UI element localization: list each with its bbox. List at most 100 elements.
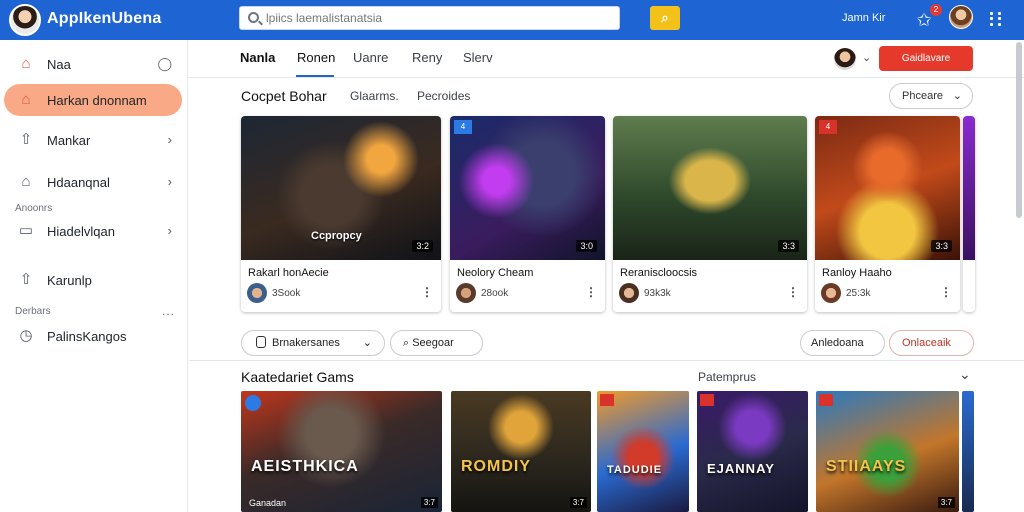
sidebar-item-hiadelvlqan[interactable]: ▭ Hiadelvlqan › [4, 215, 182, 247]
video-duration: 3:7 [937, 497, 955, 508]
video-card[interactable]: Ccpropcy 3:2 Rakarl honAecie 3Sook ⋮ [241, 116, 441, 312]
top-bar: AppIkenUbena ⌕ Jamn Kir ✩ 2 [0, 0, 1024, 40]
channel-avatar[interactable] [247, 283, 267, 303]
view-count: 3Sook [272, 288, 301, 299]
game-tile[interactable]: AEISTHKICA Ganadan 3:7 [241, 391, 442, 512]
tab-reny[interactable]: Reny [412, 50, 442, 65]
home-icon: ⌂ [21, 91, 31, 108]
sidebar-item-palinskangos[interactable]: ◷ PalinsKangos [4, 320, 182, 352]
search-button[interactable]: ⌕ [650, 6, 680, 30]
video-title[interactable]: Neolory Cheam [457, 267, 533, 279]
more-options-icon[interactable]: ⋮ [421, 285, 433, 299]
more-options-icon[interactable]: ... [162, 304, 175, 318]
thumbnail-title: Ccpropcy [311, 230, 362, 242]
video-card[interactable]: 4 3:3 Ranloy Haaho 25:3k ⋮ [815, 116, 960, 312]
video-title[interactable]: Reraniscloocsis [620, 267, 697, 279]
view-count: 93k3k [644, 288, 671, 299]
filter-dropdown-label: Brnakersanes [272, 337, 340, 349]
sidebar-item-label: PalinsKangos [47, 329, 127, 344]
sidebar-item-label: Harkan dnonnam [47, 93, 147, 108]
video-thumbnail[interactable] [450, 116, 605, 260]
game-tile-title: ROMDIY [461, 458, 531, 475]
game-tile[interactable]: EJANNAY [697, 391, 808, 512]
divider [189, 360, 1024, 361]
sidebar-item-label: Hiadelvlqan [47, 224, 115, 239]
video-duration: 3:0 [576, 240, 597, 252]
video-card-partial[interactable] [963, 116, 975, 312]
video-title[interactable]: Rakarl honAecie [248, 267, 329, 279]
sidebar-item-label: Naa [47, 57, 71, 72]
chevron-down-icon[interactable]: ⌄ [959, 366, 971, 383]
chevron-right-icon: › [167, 132, 172, 147]
apps-grid-icon[interactable] [990, 12, 1002, 26]
clock-icon: ◷ [19, 327, 33, 344]
sidebar-item-home[interactable]: ⌂ Naa ◯ [4, 48, 182, 80]
video-thumbnail[interactable] [613, 116, 807, 260]
sidebar-section-label: Derbars [15, 306, 51, 317]
sidebar-item-label: Karunlp [47, 273, 92, 288]
sidebar-item-mankar[interactable]: ⇧ Mankar › [4, 124, 182, 156]
game-tile[interactable]: TADUDIE [597, 391, 689, 512]
game-badge-icon [600, 394, 614, 406]
filter-dropdown[interactable]: Brnakersanes ⌄ [241, 330, 385, 356]
video-duration: 3:7 [569, 497, 587, 508]
video-thumbnail[interactable] [963, 116, 975, 260]
section-subtitle[interactable]: Pecroides [417, 89, 470, 103]
game-tile-title: STIIAAYS [826, 458, 907, 475]
sidebar-item-label: Mankar [47, 133, 91, 148]
app-title[interactable]: AppIkenUbena [47, 10, 161, 28]
game-tile-caption: Ganadan [249, 498, 287, 508]
game-badge-icon [245, 395, 261, 411]
chevron-down-icon: ⌄ [362, 337, 372, 349]
user-avatar[interactable] [949, 5, 973, 29]
tab-bar: Nanla Ronen Uanre Reny Slerv ⌄ Gaidlavar… [189, 40, 1024, 78]
share-icon: ⇧ [19, 271, 33, 288]
video-duration: 3:7 [420, 497, 438, 508]
filter-chip[interactable]: Anledoana [800, 330, 885, 356]
filter-chip[interactable]: Onlaceaik [889, 330, 974, 356]
channel-avatar[interactable] [619, 283, 639, 303]
app-logo-avatar[interactable] [9, 4, 41, 36]
section-title: Cocpet Bohar [241, 88, 327, 104]
game-tile[interactable]: ROMDIY 3:7 [451, 391, 591, 512]
tab-uanre[interactable]: Uanre [353, 50, 388, 65]
share-icon: ⇧ [19, 131, 33, 148]
video-card[interactable]: 4 3:0 Neolory Cheam 28ook ⋮ [450, 116, 605, 312]
section-link[interactable]: Patemprus [698, 370, 756, 384]
search-input[interactable] [266, 10, 606, 26]
game-badge-icon [700, 394, 714, 406]
scrollbar[interactable] [1016, 42, 1022, 218]
sidebar-item-hdaanqnal[interactable]: ⌂ Hdaanqnal › [4, 166, 182, 198]
view-count: 25:3k [846, 288, 871, 299]
video-thumbnail[interactable] [815, 116, 960, 260]
more-options-icon[interactable]: ⋮ [940, 285, 952, 299]
channel-avatar[interactable] [456, 283, 476, 303]
section-title: Kaatedariet Gams [241, 369, 354, 385]
sidebar-item-label: Hdaanqnal [47, 175, 110, 190]
search-box[interactable] [239, 6, 620, 30]
video-card[interactable]: 3:3 Reraniscloocsis 93k3k ⋮ [613, 116, 807, 312]
channel-avatar[interactable] [834, 48, 856, 70]
tab-nanla[interactable]: Nanla [240, 50, 275, 65]
chat-icon[interactable]: ◯ [157, 56, 172, 72]
chevron-down-icon[interactable]: ⌄ [862, 51, 871, 64]
video-duration: 3:3 [931, 240, 952, 252]
search-chip[interactable]: ⌕ Seegoar [390, 330, 483, 356]
tab-slerv[interactable]: Slerv [463, 50, 493, 65]
sidebar-item-karunlp[interactable]: ⇧ Karunlp [4, 264, 182, 296]
user-name[interactable]: Jamn Kir [842, 12, 885, 24]
create-button[interactable]: Gaidlavare [879, 46, 973, 71]
chevron-right-icon: › [167, 174, 172, 189]
home-icon: ⌂ [21, 173, 31, 190]
sidebar-item-active[interactable]: ⌂ Harkan dnonnam [4, 84, 182, 116]
more-options-icon[interactable]: ⋮ [787, 285, 799, 299]
game-tile[interactable]: STIIAAYS 3:7 [816, 391, 959, 512]
more-options-icon[interactable]: ⋮ [585, 285, 597, 299]
channel-avatar[interactable] [821, 283, 841, 303]
game-tile-partial[interactable] [962, 391, 974, 512]
bookmark-icon: ▭ [18, 222, 34, 239]
section-subtitle[interactable]: Glaarms. [350, 89, 399, 103]
tab-ronen[interactable]: Ronen [297, 50, 335, 65]
sort-dropdown[interactable]: Phceare ⌄ [889, 83, 973, 109]
video-title[interactable]: Ranloy Haaho [822, 267, 892, 279]
